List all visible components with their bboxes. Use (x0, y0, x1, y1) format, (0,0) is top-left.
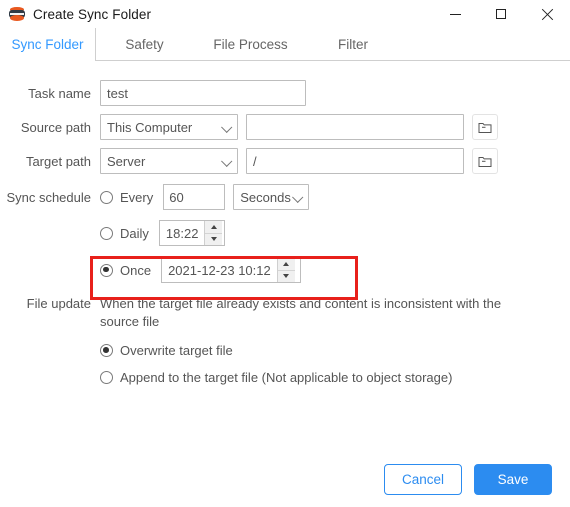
window-title: Create Sync Folder (33, 6, 152, 22)
radio-once[interactable] (100, 263, 113, 277)
minimize-icon (449, 13, 461, 15)
folder-icon (478, 122, 492, 133)
daily-time-value: 18:22 (165, 225, 199, 241)
folder-icon (478, 156, 492, 167)
target-path-row: Target path Server (0, 148, 570, 174)
stacked-disc-icon (9, 6, 25, 22)
target-path-label: Target path (25, 153, 91, 169)
file-update-option-overwrite[interactable]: Overwrite target file (100, 343, 243, 358)
file-update-label: File update (26, 296, 91, 311)
target-path-select-value: Server (107, 153, 146, 169)
close-button[interactable] (524, 0, 570, 28)
tab-bar: Sync Folder Safety File Process Filter (0, 28, 570, 62)
once-datetime-increment-button[interactable] (277, 258, 295, 271)
sync-schedule-daily-row: Daily 18:22 (0, 220, 570, 246)
file-update-row: File update When the target file already… (0, 295, 570, 331)
once-datetime-value: 2021-12-23 10:12 (168, 262, 271, 278)
task-name-row: Task name (0, 80, 570, 106)
sync-folder-form: Task name Source path This Computer Targ… (0, 61, 570, 385)
chevron-down-icon (292, 191, 304, 203)
tab-file-process[interactable]: File Process (193, 28, 308, 61)
daily-time-spinner-buttons (204, 221, 223, 245)
sync-interval-input[interactable] (163, 184, 226, 210)
title-bar: Create Sync Folder (0, 0, 570, 28)
file-update-option-append-row: Append to the target file (Not applicabl… (0, 370, 570, 385)
daily-time-spinner[interactable]: 18:22 (158, 220, 225, 246)
sync-schedule-daily-option[interactable]: Daily (100, 226, 159, 241)
radio-daily[interactable] (100, 226, 113, 240)
source-path-row: Source path This Computer (0, 114, 570, 140)
radio-once-label: Once (120, 262, 152, 278)
sync-interval-unit-value: Seconds (240, 189, 291, 205)
close-icon (541, 8, 553, 20)
task-name-label: Task name (28, 85, 91, 101)
sync-schedule-label: Sync schedule (6, 189, 91, 205)
target-path-browse-button[interactable] (472, 148, 498, 174)
maximize-button[interactable] (478, 0, 524, 28)
source-path-select-value: This Computer (107, 119, 193, 135)
source-path-label: Source path (20, 119, 91, 135)
arrow-down-icon (283, 274, 290, 279)
tab-filter[interactable]: Filter (308, 28, 398, 61)
radio-every[interactable] (100, 190, 113, 204)
window-controls (432, 0, 570, 28)
radio-every-label: Every (120, 189, 154, 205)
file-update-description: When the target file already exists and … (100, 296, 502, 329)
file-update-option-overwrite-row: Overwrite target file (0, 343, 570, 358)
arrow-up-icon (283, 261, 290, 266)
sync-schedule-once-option[interactable]: Once (100, 263, 161, 278)
radio-overwrite-target-file[interactable] (100, 344, 113, 357)
file-update-option-append[interactable]: Append to the target file (Not applicabl… (100, 370, 462, 385)
radio-append-target-file-label: Append to the target file (Not applicabl… (120, 370, 453, 385)
sync-schedule-every-row: Sync schedule Every Seconds (0, 184, 570, 210)
target-path-input[interactable] (246, 148, 464, 174)
once-datetime-spinner-buttons (276, 258, 295, 282)
radio-append-target-file[interactable] (100, 371, 113, 384)
maximize-icon (496, 9, 506, 19)
tab-safety[interactable]: Safety (96, 28, 193, 61)
dialog-footer: Cancel Save (0, 452, 570, 507)
source-path-select[interactable]: This Computer (100, 114, 238, 140)
tab-sync-folder[interactable]: Sync Folder (0, 28, 96, 62)
sync-interval-unit-select[interactable]: Seconds (233, 184, 310, 210)
sync-schedule-every-option[interactable]: Every (100, 190, 163, 205)
radio-daily-label: Daily (120, 225, 149, 241)
source-path-input[interactable] (246, 114, 464, 140)
save-button[interactable]: Save (474, 464, 552, 495)
once-datetime-decrement-button[interactable] (277, 270, 295, 282)
arrow-up-icon (210, 224, 217, 229)
daily-time-decrement-button[interactable] (205, 233, 223, 245)
cancel-button[interactable]: Cancel (384, 464, 462, 495)
arrow-down-icon (210, 237, 217, 242)
daily-time-increment-button[interactable] (205, 221, 223, 234)
source-path-browse-button[interactable] (472, 114, 498, 140)
sync-schedule-once-row: Once 2021-12-23 10:12 (0, 257, 570, 283)
minimize-button[interactable] (432, 0, 478, 28)
target-path-select[interactable]: Server (100, 148, 238, 174)
once-datetime-spinner[interactable]: 2021-12-23 10:12 (161, 257, 302, 283)
chevron-down-icon (221, 121, 233, 133)
task-name-input[interactable] (100, 80, 306, 106)
radio-overwrite-target-file-label: Overwrite target file (120, 343, 233, 358)
chevron-down-icon (221, 155, 233, 167)
